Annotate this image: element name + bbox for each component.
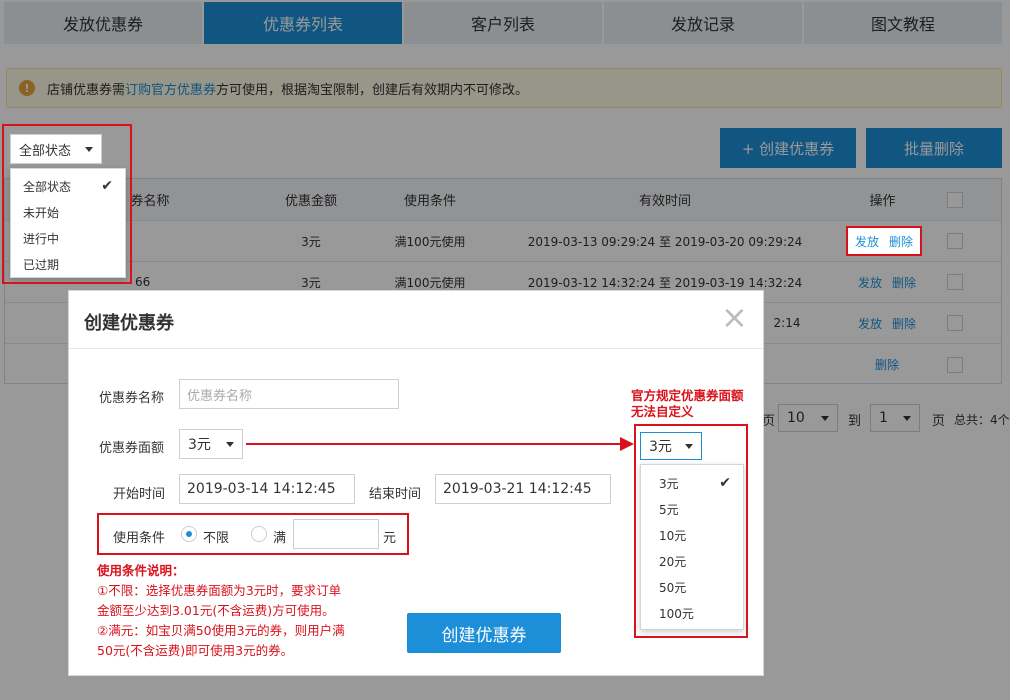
coupon-amount-label: 优惠券面额: [99, 441, 165, 456]
usage-condition-notes: 使用条件说明： ①不限：选择优惠券面额为3元时，要求订单 金额至少达到3.01元…: [97, 561, 397, 661]
official-amount-note: 官方规定优惠券面额 无法自定义: [631, 388, 744, 420]
close-icon[interactable]: ×: [721, 297, 748, 337]
modal-header: 创建优惠券 ×: [69, 291, 763, 349]
official-note-line: 官方规定优惠券面额: [631, 388, 744, 403]
row-ops-highlight: [846, 226, 922, 256]
submit-create-coupon-button[interactable]: 创建优惠券: [407, 613, 561, 653]
amount-dropdown-highlight: [634, 424, 748, 638]
coupon-amount-value: 3元: [188, 437, 211, 453]
official-note-line: 无法自定义: [631, 404, 694, 419]
start-time-label: 开始时间: [113, 487, 166, 502]
chevron-down-icon: [226, 441, 234, 447]
radio-unlimited[interactable]: [181, 526, 197, 542]
status-filter-highlight: [2, 124, 132, 284]
coupon-name-label: 优惠券名称: [99, 391, 165, 406]
radio-full[interactable]: [251, 526, 267, 542]
modal-title: 创建优惠券: [84, 313, 174, 334]
start-time-input[interactable]: 2019-03-14 14:12:45: [179, 474, 355, 504]
annotation-arrow: [246, 437, 634, 451]
notes-line: ②满元：如宝贝满50使用3元的券，则用户满: [97, 623, 345, 638]
notes-line: 金额至少达到3.01元(不含运费)方可使用。: [97, 603, 335, 618]
notes-line: 50元(不含运费)即可使用3元的券。: [97, 643, 294, 658]
end-time-label: 结束时间: [369, 487, 422, 502]
full-amount-input[interactable]: [293, 519, 379, 549]
radio-unlimited-label: 不限: [203, 531, 230, 546]
end-time-input[interactable]: 2019-03-21 14:12:45: [435, 474, 611, 504]
radio-full-label: 满: [273, 531, 287, 546]
coupon-name-input[interactable]: 优惠券名称: [179, 379, 399, 409]
unit-label: 元: [383, 531, 397, 546]
usage-condition-label: 使用条件: [113, 531, 166, 546]
coupon-amount-select[interactable]: 3元: [179, 429, 243, 459]
notes-line: ①不限：选择优惠券面额为3元时，要求订单: [97, 583, 342, 598]
notes-title: 使用条件说明：: [97, 563, 185, 578]
